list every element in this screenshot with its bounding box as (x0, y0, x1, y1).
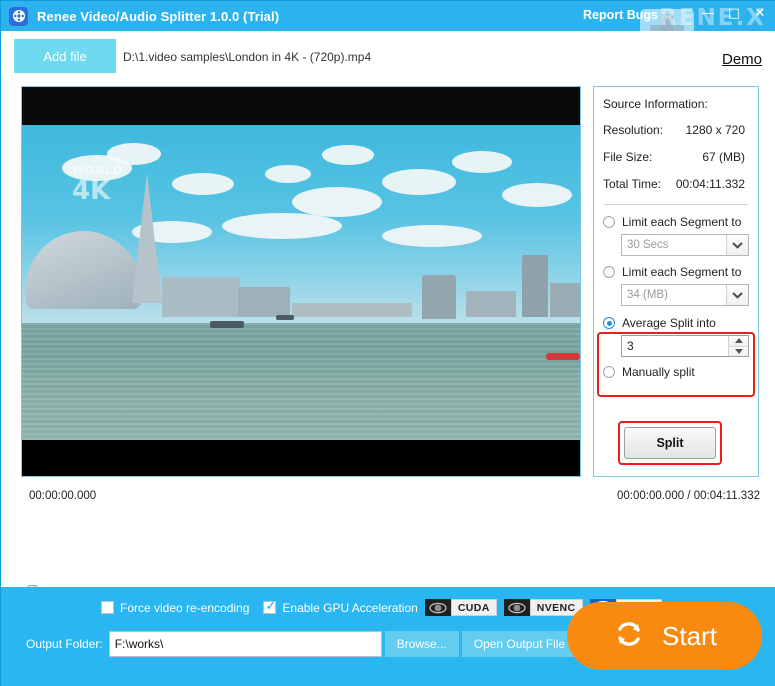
output-folder-label: Output Folder: (26, 637, 103, 651)
building (522, 255, 548, 317)
option-limit-segment-secs[interactable]: Limit each Segment to (603, 215, 749, 229)
shard-tower (132, 173, 162, 303)
limit-mb-label: Limit each Segment to (622, 265, 742, 279)
split-button[interactable]: Split (624, 427, 716, 459)
chevron-down-icon[interactable] (726, 285, 748, 305)
file-size-value: 67 (MB) (702, 150, 745, 164)
open-output-file-button[interactable]: Open Output File (461, 631, 578, 657)
force-reencode-label: Force video re-encoding (120, 600, 250, 615)
distant-skyline (292, 303, 412, 317)
resolution-value: 1280 x 720 (685, 123, 745, 137)
average-split-label: Average Split into (622, 316, 716, 330)
cloud (265, 165, 311, 183)
start-button-label: Start (662, 620, 717, 651)
info-row-totaltime: Total Time: 00:04:11.332 (603, 177, 749, 191)
source-information-title: Source Information: (603, 97, 708, 111)
current-file-path: D:\1.video samples\London in 4K - (720p)… (123, 50, 372, 64)
enable-gpu-label: Enable GPU Acceleration (282, 600, 418, 615)
cloud (107, 143, 161, 165)
output-folder-input[interactable]: F:\works\ (108, 631, 382, 657)
boat (276, 315, 294, 320)
timeline-position-total: 00:00:00.000 / 00:04:11.332 (616, 490, 760, 502)
force-reencode-checkbox[interactable] (101, 601, 114, 614)
cloud (322, 145, 374, 165)
cloud (452, 151, 512, 173)
title-bar: Renee Video/Audio Splitter 1.0.0 (Trial)… (1, 1, 775, 59)
average-split-stepper[interactable]: 3 (621, 335, 749, 357)
timeline-start-time: 00:00:00.000 (29, 490, 97, 502)
report-bugs-link[interactable]: Report Bugs (583, 8, 658, 22)
badge-cuda-label: CUDA (450, 599, 497, 616)
secs-dropdown-value: 30 Secs (627, 239, 669, 251)
video-preview[interactable]: WORLD 4K (21, 86, 581, 477)
info-row-resolution: Resolution: 1280 x 720 (603, 123, 749, 137)
red-boat (546, 353, 580, 360)
average-split-value: 3 (627, 339, 634, 353)
cloud (172, 173, 234, 195)
cloud (292, 187, 382, 217)
radio-manual-split[interactable] (603, 366, 615, 378)
chevron-down-icon[interactable] (726, 235, 748, 255)
total-time-label: Total Time: (603, 177, 662, 191)
main-stage: WORLD 4K Source Information: Resolution:… (1, 77, 775, 650)
letterbox-top (22, 87, 580, 125)
boat (210, 321, 244, 328)
option-manual-split[interactable]: Manually split (603, 365, 749, 379)
manual-split-label: Manually split (622, 365, 695, 379)
file-size-label: File Size: (603, 150, 653, 164)
maximize-icon[interactable]: □ (724, 5, 744, 23)
demo-link[interactable]: Demo (722, 51, 762, 68)
source-info-panel: Source Information: Resolution: 1280 x 7… (593, 86, 759, 477)
minimize-icon[interactable]: — (698, 5, 718, 23)
thames-river (22, 323, 580, 440)
badge-cuda: CUDA (424, 599, 497, 616)
building (550, 283, 580, 317)
output-folder-row: Output Folder: F:\works\ Browse... Open … (26, 631, 578, 657)
start-button[interactable]: Start (567, 602, 762, 670)
bottom-bar: Force video re-encoding Enable GPU Accel… (1, 587, 775, 686)
window-title: Renee Video/Audio Splitter 1.0.0 (Trial) (37, 8, 280, 24)
cloud (502, 183, 572, 207)
option-average-split[interactable]: Average Split into (603, 316, 749, 330)
browse-button[interactable]: Browse... (384, 631, 459, 657)
video-watermark-line2: 4K (72, 176, 111, 207)
nvidia-eye-icon (424, 599, 451, 616)
add-file-button[interactable]: Add file (14, 39, 116, 73)
stepper-up-icon[interactable] (728, 336, 748, 346)
video-watermark: WORLD 4K (72, 164, 123, 207)
divider (604, 204, 748, 205)
mb-dropdown[interactable]: 34 (MB) (621, 284, 749, 306)
radio-limit-mb[interactable] (603, 266, 615, 278)
stepper-down-icon[interactable] (728, 345, 748, 356)
nvidia-eye-icon (503, 599, 530, 616)
building (162, 277, 240, 317)
radio-average-split[interactable] (603, 317, 615, 329)
info-row-filesize: File Size: 67 (MB) (603, 150, 749, 164)
app-window: Renee Video/Audio Splitter 1.0.0 (Trial)… (0, 0, 775, 686)
walkie-talkie-building (422, 275, 456, 319)
cloud (222, 213, 342, 239)
cloud (382, 169, 456, 195)
enable-gpu-checkbox[interactable] (263, 599, 277, 614)
badge-nvenc: NVENC (503, 599, 583, 616)
resolution-label: Resolution: (603, 123, 664, 137)
total-time-value: 00:04:11.332 (675, 177, 745, 191)
stepper-buttons (728, 336, 748, 356)
limit-secs-label: Limit each Segment to (622, 215, 742, 229)
mb-dropdown-value: 34 (MB) (627, 289, 668, 301)
option-limit-segment-mb[interactable]: Limit each Segment to (603, 265, 749, 279)
video-frame: WORLD 4K (22, 125, 580, 440)
header-bar: Add file D:\1.video samples\London in 4K… (1, 31, 775, 77)
film-reel-icon (9, 6, 28, 26)
cloud (382, 225, 482, 247)
refresh-sync-icon (612, 617, 646, 656)
secs-dropdown[interactable]: 30 Secs (621, 234, 749, 256)
building (466, 291, 516, 317)
window-controls: — □ ✕ (698, 5, 770, 23)
close-icon[interactable]: ✕ (750, 5, 770, 23)
building (238, 287, 290, 317)
radio-limit-secs[interactable] (603, 216, 615, 228)
